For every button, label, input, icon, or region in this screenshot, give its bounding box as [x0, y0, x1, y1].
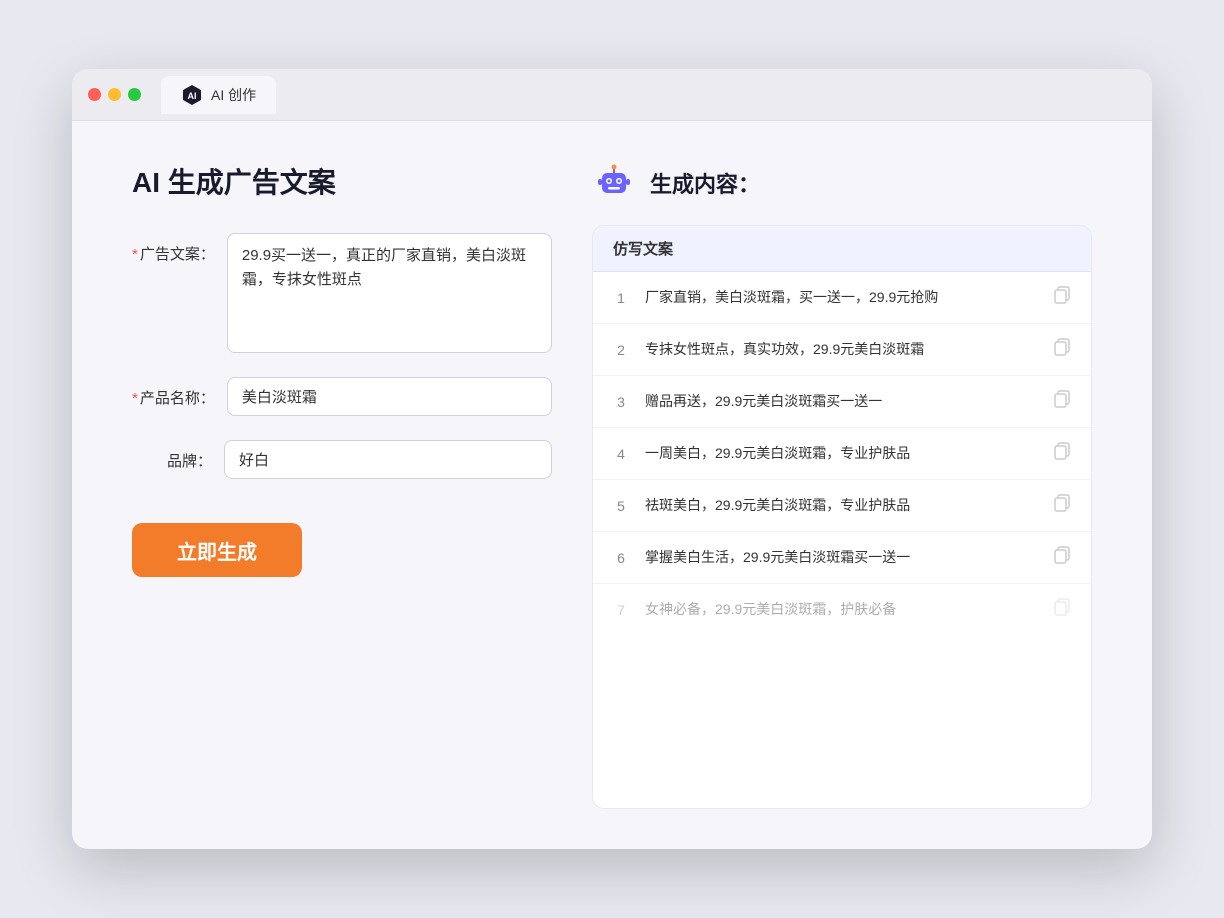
- result-number: 1: [613, 290, 629, 306]
- minimize-button[interactable]: [108, 88, 121, 101]
- result-number: 2: [613, 342, 629, 358]
- copy-icon[interactable]: [1053, 338, 1071, 361]
- page-title: AI 生成广告文案: [132, 161, 552, 201]
- svg-text:AI: AI: [188, 91, 197, 101]
- left-panel: AI 生成广告文案 *广告文案： 29.9买一送一，真正的厂家直销，美白淡斑霜，…: [132, 161, 552, 809]
- copy-icon[interactable]: [1053, 494, 1071, 517]
- right-title: 生成内容：: [650, 167, 760, 199]
- title-bar: AI AI 创作: [72, 69, 1152, 121]
- result-item: 5 祛斑美白，29.9元美白淡斑霜，专业护肤品: [593, 480, 1091, 532]
- result-text: 祛斑美白，29.9元美白淡斑霜，专业护肤品: [645, 495, 1037, 516]
- result-item: 7 女神必备，29.9元美白淡斑霜，护肤必备: [593, 584, 1091, 635]
- ad-copy-label: *广告文案：: [132, 233, 215, 264]
- ad-copy-textarea[interactable]: 29.9买一送一，真正的厂家直销，美白淡斑霜，专抹女性斑点: [227, 233, 552, 353]
- ai-tab[interactable]: AI AI 创作: [161, 76, 276, 114]
- ad-copy-required-star: *: [132, 246, 138, 263]
- copy-icon[interactable]: [1053, 546, 1071, 569]
- brand-input[interactable]: [224, 440, 552, 479]
- result-text: 一周美白，29.9元美白淡斑霜，专业护肤品: [645, 443, 1037, 464]
- result-text: 专抹女性斑点，真实功效，29.9元美白淡斑霜: [645, 339, 1037, 360]
- brand-label: 品牌：: [132, 440, 212, 471]
- result-item: 3 赠品再送，29.9元美白淡斑霜买一送一: [593, 376, 1091, 428]
- copy-icon[interactable]: [1053, 390, 1071, 413]
- brand-group: 品牌：: [132, 440, 552, 479]
- copy-icon[interactable]: [1053, 286, 1071, 309]
- result-number: 5: [613, 498, 629, 514]
- generate-button[interactable]: 立即生成: [132, 523, 302, 577]
- results-header: 仿写文案: [593, 226, 1091, 272]
- product-name-label: *产品名称：: [132, 377, 215, 408]
- product-name-required-star: *: [132, 390, 138, 407]
- result-item: 2 专抹女性斑点，真实功效，29.9元美白淡斑霜: [593, 324, 1091, 376]
- browser-window: AI AI 创作 AI 生成广告文案 *广告文案： 29.9买一送一，真正的厂家…: [72, 69, 1152, 849]
- product-name-input[interactable]: [227, 377, 552, 416]
- result-number: 4: [613, 446, 629, 462]
- result-text: 厂家直销，美白淡斑霜，买一送一，29.9元抢购: [645, 287, 1037, 308]
- result-text: 掌握美白生活，29.9元美白淡斑霜买一送一: [645, 547, 1037, 568]
- result-text: 女神必备，29.9元美白淡斑霜，护肤必备: [645, 599, 1037, 620]
- result-number: 7: [613, 602, 629, 618]
- tab-label: AI 创作: [211, 85, 256, 105]
- result-item: 4 一周美白，29.9元美白淡斑霜，专业护肤品: [593, 428, 1091, 480]
- result-number: 3: [613, 394, 629, 410]
- copy-icon[interactable]: [1053, 598, 1071, 621]
- right-header: 生成内容：: [592, 161, 1092, 205]
- results-container: 仿写文案 1 厂家直销，美白淡斑霜，买一送一，29.9元抢购 2 专抹女性斑点，真实…: [592, 225, 1092, 809]
- robot-icon: [592, 161, 636, 205]
- result-number: 6: [613, 550, 629, 566]
- close-button[interactable]: [88, 88, 101, 101]
- copy-icon[interactable]: [1053, 442, 1071, 465]
- traffic-lights: [88, 88, 141, 101]
- ad-copy-group: *广告文案： 29.9买一送一，真正的厂家直销，美白淡斑霜，专抹女性斑点: [132, 233, 552, 353]
- result-item: 6 掌握美白生活，29.9元美白淡斑霜买一送一: [593, 532, 1091, 584]
- maximize-button[interactable]: [128, 88, 141, 101]
- content-area: AI 生成广告文案 *广告文案： 29.9买一送一，真正的厂家直销，美白淡斑霜，…: [72, 121, 1152, 849]
- ai-tab-icon: AI: [181, 84, 203, 106]
- result-item: 1 厂家直销，美白淡斑霜，买一送一，29.9元抢购: [593, 272, 1091, 324]
- right-panel: 生成内容： 仿写文案 1 厂家直销，美白淡斑霜，买一送一，29.9元抢购 2 专抹女…: [592, 161, 1092, 809]
- product-name-group: *产品名称：: [132, 377, 552, 416]
- results-list: 1 厂家直销，美白淡斑霜，买一送一，29.9元抢购 2 专抹女性斑点，真实功效，29…: [593, 272, 1091, 635]
- result-text: 赠品再送，29.9元美白淡斑霜买一送一: [645, 391, 1037, 412]
